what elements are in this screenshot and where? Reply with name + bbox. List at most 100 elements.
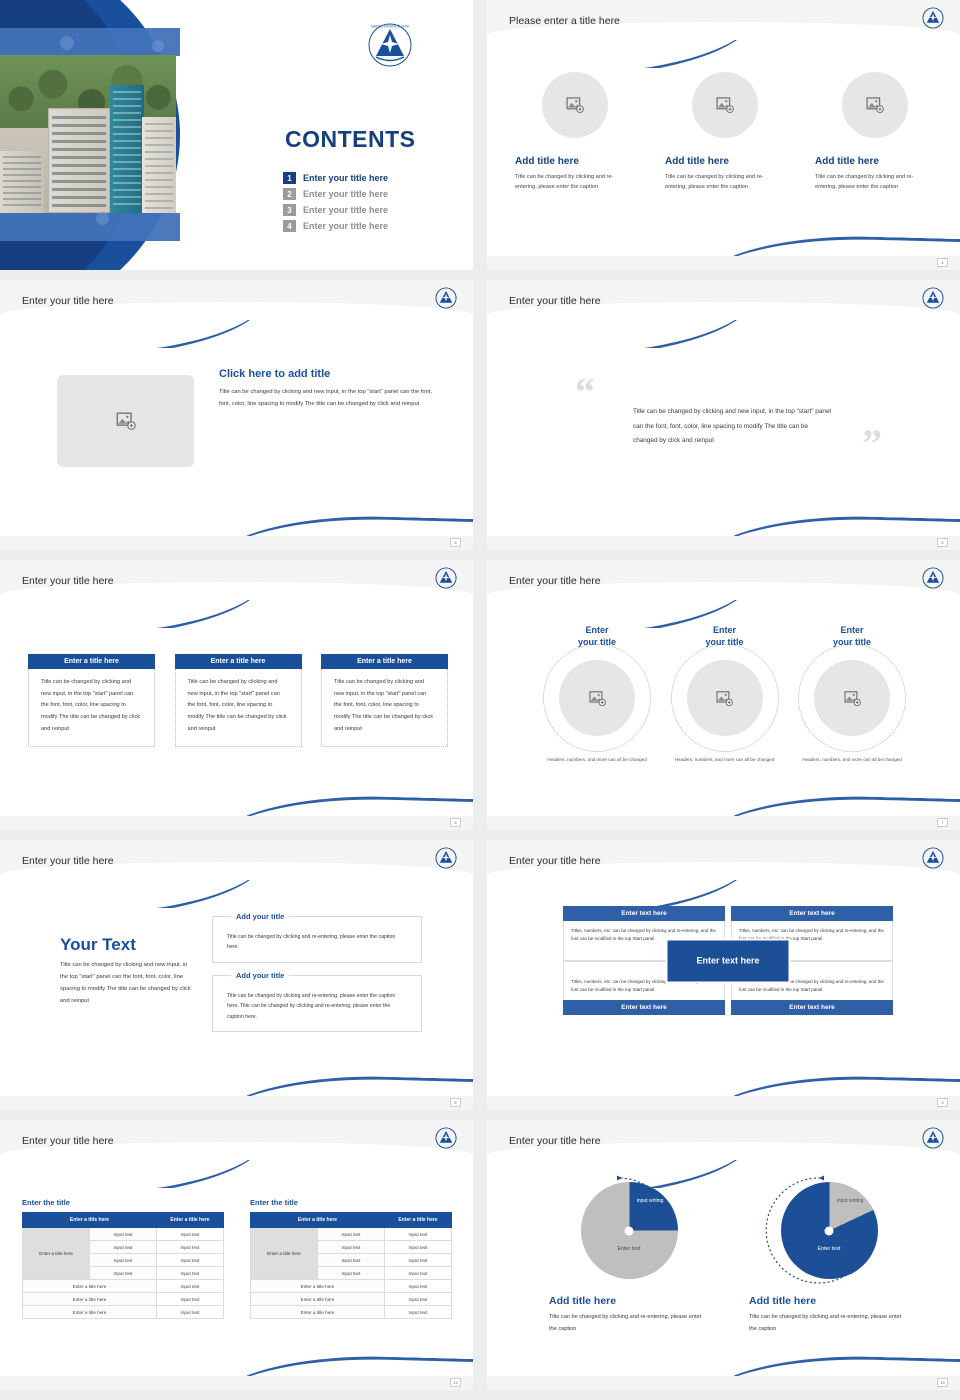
titled-box[interactable]: Add your title Title can be changed by c… — [212, 970, 422, 1033]
table-cell[interactable]: Input text — [384, 1253, 452, 1267]
page-number: 7 — [937, 818, 948, 827]
data-table[interactable]: Enter a title here Enter a title here En… — [22, 1212, 224, 1319]
slide-matrix[interactable]: Enter your title here Enter text here Ti… — [487, 840, 960, 1110]
slide-tables[interactable]: Enter your title here Enter the title En… — [0, 1120, 473, 1390]
ring-caption: Headers, numbers, and more can all be ch… — [802, 757, 902, 763]
table-cell[interactable]: Enter a title here — [250, 1292, 385, 1306]
table-cell[interactable]: Enter a title here — [22, 1292, 157, 1306]
slide-three-rings[interactable]: Enter your title here Enter your title H… — [487, 560, 960, 830]
contents-item-1[interactable]: 1 Enter your title here — [283, 172, 388, 184]
table-cell[interactable]: Input text — [384, 1240, 452, 1254]
table-cell[interactable]: Enter a title here — [250, 1279, 385, 1293]
table-cell[interactable]: Input text — [317, 1240, 385, 1254]
table-cell[interactable]: Input text — [317, 1227, 385, 1241]
table-cell[interactable]: Input text — [384, 1266, 452, 1280]
image-placeholder[interactable] — [57, 375, 194, 467]
circle-column[interactable]: Add title here Title can be changed by c… — [515, 72, 635, 193]
titled-box[interactable]: Add your title Title can be changed by c… — [212, 912, 422, 963]
circle-column-group: Add title here Title can be changed by c… — [515, 72, 935, 193]
image-icon — [716, 690, 733, 706]
ring-column[interactable]: Enter your title Headers, numbers, and m… — [542, 624, 652, 765]
table-row: Enter a title here Input text — [250, 1305, 452, 1319]
table-cell[interactable]: Enter a title here — [22, 1279, 157, 1293]
table-cell[interactable]: Input text — [89, 1266, 157, 1280]
table-cell[interactable]: Input text — [156, 1292, 224, 1306]
slide-pie-charts[interactable]: Enter your title here input writing Ente… — [487, 1120, 960, 1390]
table-cell[interactable]: Input text — [89, 1253, 157, 1267]
card-heading[interactable]: Enter a title here — [174, 654, 302, 669]
contents-item-3[interactable]: 3 Enter your title here — [283, 204, 388, 216]
image-placeholder[interactable] — [814, 660, 890, 737]
slide-footer — [487, 536, 960, 550]
slide-quote[interactable]: Enter your title here “ Title can be cha… — [487, 280, 960, 550]
quote-body[interactable]: Title can be changed by clicking and new… — [633, 405, 833, 449]
table-cell[interactable]: Input text — [156, 1240, 224, 1254]
image-placeholder[interactable] — [692, 72, 758, 138]
table-cell[interactable]: Input text — [384, 1305, 452, 1319]
table-col-header: Enter a title here — [22, 1212, 157, 1228]
table-cell[interactable]: Input text — [317, 1253, 385, 1267]
column-heading: Add title here — [665, 156, 729, 167]
image-placeholder[interactable] — [842, 72, 908, 138]
table-cell[interactable]: Input text — [89, 1227, 157, 1241]
table-cell[interactable]: Enter a title here — [22, 1305, 157, 1319]
card[interactable]: Enter a title here Title can be changed … — [321, 654, 448, 747]
table-cell[interactable]: Input text — [156, 1279, 224, 1293]
ring-caption: Headers, numbers, and more can all be ch… — [547, 757, 647, 763]
chart-body: Title can be changed by clicking and re-… — [549, 1314, 702, 1332]
ring-column[interactable]: Enter your title Headers, numbers, and m… — [797, 624, 907, 765]
contents-item-4[interactable]: 4 Enter your title here — [283, 220, 388, 232]
table-cell[interactable]: Input text — [384, 1292, 452, 1306]
left-heading[interactable]: Your Text — [60, 935, 195, 955]
card-heading[interactable]: Enter a title here — [28, 654, 155, 669]
data-table[interactable]: Enter a title here Enter a title here En… — [250, 1212, 452, 1319]
slide-three-circles[interactable]: Please enter a title here Add title here… — [487, 0, 960, 270]
image-placeholder[interactable] — [686, 660, 763, 737]
decor-swoosh-top — [0, 320, 250, 348]
content-heading[interactable]: Click here to add title — [219, 368, 439, 380]
slide-image-text[interactable]: Enter your title here Click here to add … — [0, 280, 473, 550]
table-cell[interactable]: Enter a title here — [250, 1305, 385, 1319]
decor-swoosh-bottom — [734, 790, 960, 816]
quadrant-heading[interactable]: Enter text here — [563, 906, 725, 921]
card[interactable]: Enter a title here Title can be changed … — [28, 654, 155, 747]
contents-item-2[interactable]: 2 Enter your title here — [283, 188, 388, 200]
dotted-ring — [798, 644, 906, 753]
ring-column[interactable]: Enter your title Headers, numbers, and m… — [670, 624, 780, 765]
table-header-row: Enter a title here Enter a title here — [22, 1212, 224, 1228]
slide-three-cards[interactable]: Enter your title here Enter a title here… — [0, 560, 473, 830]
card-heading[interactable]: Enter a title here — [321, 654, 448, 669]
chart-column[interactable]: input writing Enter text Add title here … — [549, 1175, 709, 1335]
table-cell[interactable]: Input text — [156, 1266, 224, 1280]
chart-column[interactable]: input writing Enter text Add title here … — [749, 1175, 909, 1335]
circle-column[interactable]: Add title here Title can be changed by c… — [815, 72, 935, 193]
quadrant-heading[interactable]: Enter text here — [563, 1000, 725, 1016]
table-cell[interactable]: Input text — [156, 1227, 224, 1241]
circle-column[interactable]: Add title here Title can be changed by c… — [665, 72, 785, 193]
table-cell[interactable]: Input text — [156, 1305, 224, 1319]
decor-swoosh-bottom — [247, 1070, 473, 1096]
campus-photo — [0, 55, 176, 213]
image-placeholder[interactable] — [559, 660, 635, 737]
chart-heading[interactable]: Add title here — [549, 1295, 709, 1307]
chart-group: input writing Enter text Add title here … — [549, 1175, 909, 1335]
card[interactable]: Enter a title here Title can be changed … — [174, 654, 302, 747]
image-placeholder[interactable] — [542, 72, 608, 138]
table-cell[interactable]: Input text — [156, 1253, 224, 1267]
quadrant-heading[interactable]: Enter text here — [731, 1000, 893, 1016]
matrix-wrapper: Enter text here Titles, numbers, etc. ca… — [563, 906, 893, 1016]
slide-your-text[interactable]: Enter your title here Your Text Title ca… — [0, 840, 473, 1110]
university-logo-small — [922, 567, 944, 594]
table-cell[interactable]: Input text — [89, 1240, 157, 1254]
table-cell[interactable]: Input text — [384, 1227, 452, 1241]
matrix-center-label[interactable]: Enter text here — [665, 938, 791, 984]
table-row: Enter a title here Input text — [250, 1292, 452, 1306]
table-cell[interactable]: Input text — [317, 1266, 385, 1280]
table-cell[interactable]: Input text — [384, 1279, 452, 1293]
slide-title[interactable]: DAEGU CATHOLIC UNIV CONTENTS 1 Enter you… — [0, 0, 473, 270]
university-logo-small — [922, 287, 944, 314]
table-heading: Enter the title — [22, 1198, 70, 1207]
chart-heading[interactable]: Add title here — [749, 1295, 909, 1307]
card-body: Title can be changed by clicking and new… — [28, 669, 155, 747]
quadrant-heading[interactable]: Enter text here — [731, 906, 893, 921]
